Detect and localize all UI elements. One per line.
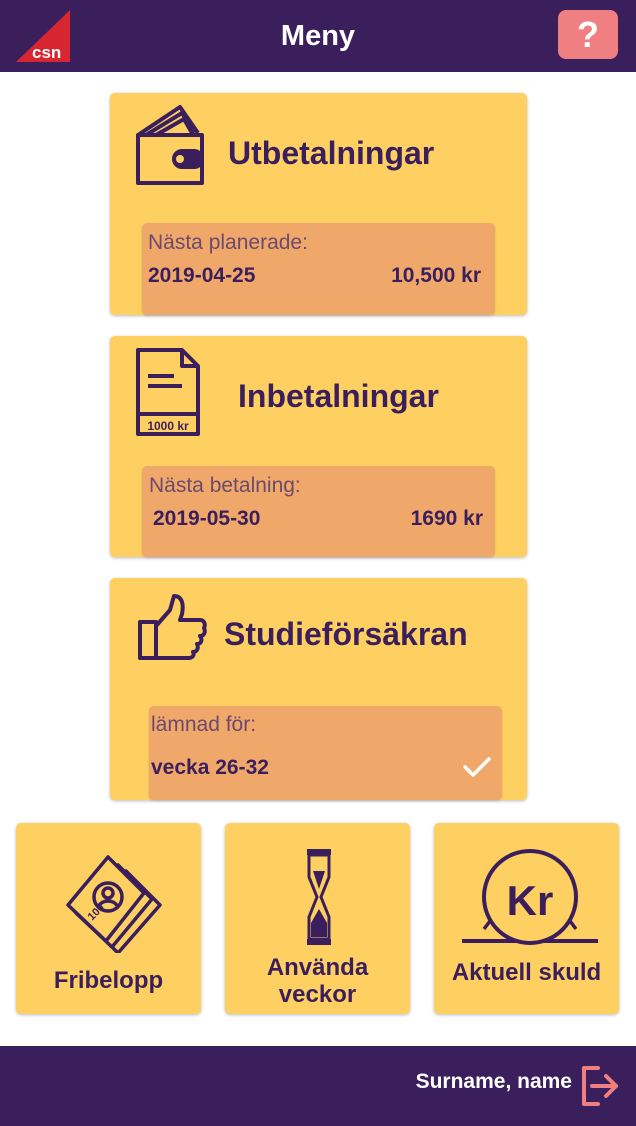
logout-icon[interactable]	[580, 1064, 620, 1108]
tile-aktuell-skuld[interactable]: Kr Aktuell skuld	[434, 823, 619, 1014]
tile-label-line1: Använda	[266, 954, 369, 981]
wallet-icon	[136, 105, 204, 185]
info-label: lämnad för:	[151, 713, 257, 736]
banknotes-icon: 100	[66, 855, 162, 953]
invoice-icon: 1000 kr	[136, 348, 200, 436]
payment-amount: 1690 kr	[410, 507, 483, 530]
payout-date: 2019-04-25	[148, 264, 256, 287]
footer-bar: Surname, name	[0, 1046, 636, 1126]
card-studieforsakran[interactable]: Studieförsäkran lämnad för: vecka 26-32	[110, 578, 527, 800]
user-name: Surname, name	[415, 1070, 572, 1093]
card-title: Studieförsäkran	[224, 616, 468, 652]
card-title: Inbetalningar	[238, 378, 439, 414]
coin-text: Kr	[507, 877, 554, 924]
tile-label: Aktuell skuld	[451, 959, 602, 986]
payout-amount: 10,500 kr	[391, 264, 481, 287]
hourglass-icon	[307, 849, 331, 945]
week-range: vecka 26-32	[151, 756, 269, 779]
info-box: Nästa planerade: 2019-04-25 10,500 kr	[142, 223, 495, 315]
thumbs-up-icon	[138, 594, 207, 660]
checkmark-icon	[463, 757, 491, 777]
header-bar: csn Meny ?	[0, 0, 636, 72]
info-box: Nästa betalning: 2019-05-30 1690 kr	[142, 466, 495, 557]
card-utbetalningar[interactable]: Utbetalningar Nästa planerade: 2019-04-2…	[110, 93, 527, 315]
payment-date: 2019-05-30	[153, 507, 261, 530]
invoice-amount-text: 1000 kr	[147, 419, 189, 433]
tile-label-line2: veckor	[278, 981, 357, 1008]
coin-icon: Kr	[462, 849, 598, 945]
info-label: Nästa planerade:	[148, 231, 308, 254]
help-button[interactable]: ?	[558, 10, 618, 59]
tile-anvanda-veckor[interactable]: Använda veckor	[225, 823, 410, 1014]
card-title: Utbetalningar	[228, 135, 435, 171]
info-label: Nästa betalning:	[149, 474, 301, 497]
tile-label: Fribelopp	[53, 967, 164, 994]
tile-fribelopp[interactable]: 100 Fribelopp	[16, 823, 201, 1014]
info-box: lämnad för: vecka 26-32	[149, 706, 502, 800]
card-inbetalningar[interactable]: 1000 kr Inbetalningar Nästa betalning: 2…	[110, 336, 527, 557]
page-title: Meny	[280, 20, 356, 52]
